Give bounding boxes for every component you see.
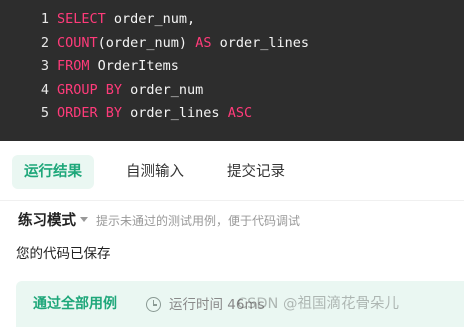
clock-icon — [146, 297, 161, 312]
pass-status: 通过全部用例 — [33, 296, 117, 312]
mode-hint: 提示未通过的测试用例，便于代码调试 — [96, 214, 301, 228]
runtime-text: 运行时间 46ms — [169, 297, 265, 313]
code-line[interactable]: 2 COUNT(order_num) AS order_lines — [0, 32, 464, 56]
sql-keyword: AS — [195, 34, 212, 51]
code-line[interactable]: 1 SELECT order_num, — [0, 8, 464, 32]
sql-text: order_num, — [105, 11, 196, 27]
tab-run-result[interactable]: 运行结果 — [12, 155, 94, 189]
sql-keyword: ORDER BY — [57, 105, 123, 121]
line-number: 4 — [40, 81, 49, 98]
sql-keyword: SELECT — [57, 11, 106, 27]
sql-text: (order_num) — [97, 34, 196, 51]
sql-text: OrderItems — [89, 58, 179, 74]
line-number: 1 — [40, 11, 49, 27]
code-editor[interactable]: 1 SELECT order_num, 2 COUNT(order_num) AS o… — [0, 0, 464, 141]
code-line[interactable]: 5 ORDER BY order_lines ASC — [0, 102, 464, 126]
line-number: 5 — [40, 105, 49, 121]
sql-keyword: FROM — [57, 58, 90, 74]
tab-custom-input[interactable]: 自测输入 — [126, 155, 184, 189]
mode-row: 练习模式 提示未通过的测试用例，便于代码调试 — [18, 208, 300, 232]
code-line[interactable]: 4 GROUP BY order_num — [0, 79, 464, 103]
line-number: 3 — [40, 58, 49, 74]
sql-keyword: GROUP BY — [57, 81, 123, 98]
tab-submit-history[interactable]: 提交记录 — [227, 155, 285, 189]
sql-text: order_num — [122, 81, 204, 98]
saved-status: 您的代码已保存 — [16, 246, 111, 262]
mode-selector[interactable]: 练习模式 — [18, 209, 76, 233]
sql-text: order_lines — [211, 34, 309, 51]
sql-keyword: COUNT — [57, 34, 98, 51]
line-number: 2 — [40, 34, 49, 51]
sql-text: order_lines — [122, 105, 228, 121]
result-tabs: 运行结果 自测输入 提交记录 — [0, 141, 464, 201]
result-banner: 通过全部用例 运行时间 46ms — [16, 281, 464, 327]
chevron-down-icon[interactable] — [80, 217, 88, 222]
sql-keyword: ASC — [227, 105, 253, 121]
code-line[interactable]: 3 FROM OrderItems — [0, 55, 464, 79]
